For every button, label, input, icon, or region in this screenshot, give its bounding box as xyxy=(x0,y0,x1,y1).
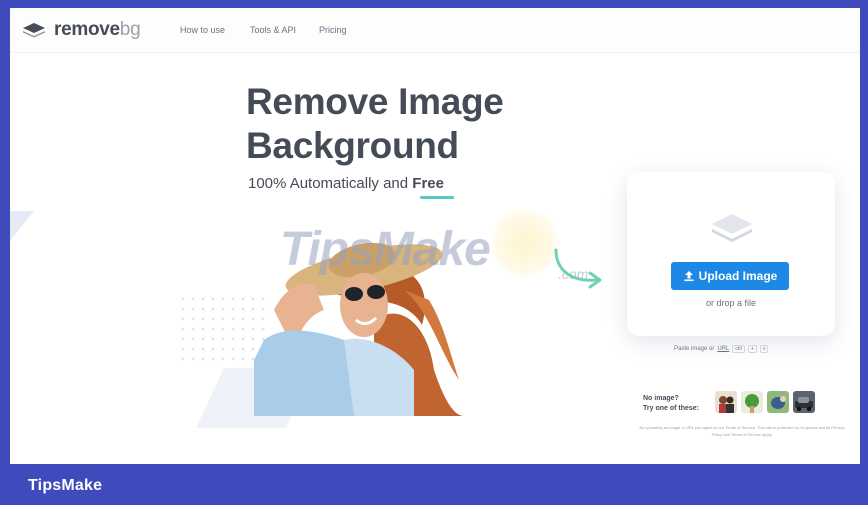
logo-wordmark: removebg xyxy=(54,19,141,41)
curved-arrow-icon xyxy=(554,248,602,289)
browser-viewport: removebg How to use Tools & API Pricing … xyxy=(10,8,860,464)
tipsmake-watermark: TipsMake xyxy=(280,223,491,276)
drop-file-text: or drop a file xyxy=(705,298,757,308)
hero-title: Remove Image Background xyxy=(246,80,606,168)
paste-text: Paste image or xyxy=(674,346,715,352)
nav-link-how-to-use[interactable]: How to use xyxy=(180,25,225,35)
sample-prompt-line1: No image? xyxy=(643,395,679,402)
upload-button-label: Upload Image xyxy=(698,269,778,283)
hero-title-line2: Background xyxy=(246,125,459,166)
nav-link-pricing[interactable]: Pricing xyxy=(319,25,347,35)
hero-subtitle: 100% Automatically and Free xyxy=(248,175,444,192)
upload-image-button[interactable]: Upload Image xyxy=(671,262,789,290)
top-navbar: removebg How to use Tools & API Pricing xyxy=(10,8,860,53)
layers-logo-icon xyxy=(23,23,45,38)
free-underline xyxy=(420,196,454,199)
nav-link-tools-api[interactable]: Tools & API xyxy=(250,25,296,35)
upload-card[interactable]: Upload Image or drop a file xyxy=(627,172,835,336)
logo-remove: remove xyxy=(54,19,120,40)
paste-hint: Paste image or URL ctrl + v xyxy=(674,345,769,353)
paste-url-link[interactable]: URL xyxy=(717,346,729,352)
sample-thumbnail-plant[interactable] xyxy=(741,391,763,413)
upload-arrow-icon xyxy=(684,271,694,282)
layers-icon xyxy=(712,214,752,242)
decorative-triangle xyxy=(10,211,34,241)
kbd-v: v xyxy=(759,345,769,353)
tipsmake-brand-label: TipsMake xyxy=(28,477,103,494)
sample-thumbnail-people[interactable] xyxy=(715,391,737,413)
subtitle-prefix: 100% Automatically and xyxy=(248,175,413,192)
hero-title-line1: Remove Image xyxy=(246,81,504,122)
logo-bg: bg xyxy=(119,19,141,40)
kbd-ctrl: ctrl xyxy=(732,345,746,353)
sample-thumbnail-animal[interactable] xyxy=(767,391,789,413)
sample-thumbnail-car[interactable] xyxy=(793,391,815,413)
legal-notice: By uploading an image or URL you agree t… xyxy=(639,425,845,437)
sample-prompt: No image? Try one of these: xyxy=(643,394,699,414)
sample-prompt-line2: Try one of these: xyxy=(643,405,700,412)
removebg-logo[interactable]: removebg xyxy=(22,18,141,42)
subtitle-free: Free xyxy=(412,175,444,192)
kbd-plus: + xyxy=(748,345,757,353)
